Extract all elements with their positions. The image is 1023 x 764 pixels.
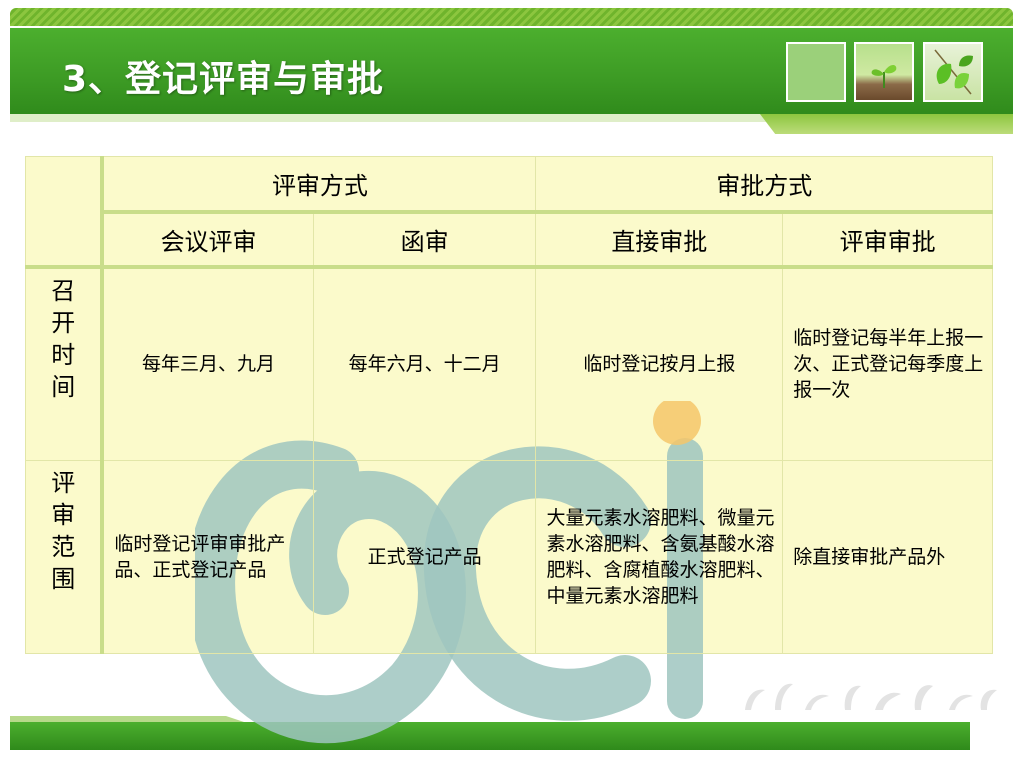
group-header-approval: 审批方式 bbox=[535, 156, 993, 214]
sub-header-letter-review: 函审 bbox=[312, 211, 537, 269]
leaves-thumbnail bbox=[923, 42, 983, 102]
table-cell: 正式登记产品 bbox=[312, 460, 537, 654]
table-cell: 临时登记每半年上报一次、正式登记每季度上报一次 bbox=[782, 266, 993, 461]
header-underline-accent bbox=[760, 114, 1013, 134]
header-underline bbox=[10, 114, 770, 122]
review-table-container: 评审方式 审批方式 会议评审 函审 直接审批 评审审批 召 开 时 间 每年三月… bbox=[25, 156, 993, 744]
table-row: 召 开 时 间 每年三月、九月 每年六月、十二月 临时登记按月上报 临时登记每半… bbox=[25, 266, 993, 461]
corner-cell bbox=[25, 156, 105, 269]
footer-bar bbox=[10, 722, 970, 750]
table-cell: 临时登记按月上报 bbox=[535, 266, 784, 461]
green-square-thumbnail bbox=[786, 42, 846, 102]
row-label-review-scope: 评 审 范 围 bbox=[25, 460, 105, 654]
table-cell: 每年三月、九月 bbox=[101, 266, 314, 461]
table-cell: 临时登记评审审批产品、正式登记产品 bbox=[101, 460, 314, 654]
header-stripe bbox=[10, 8, 1013, 26]
table-cell: 大量元素水溶肥料、微量元素水溶肥料、含氨基酸水溶肥料、含腐植酸水溶肥料、中量元素… bbox=[535, 460, 784, 654]
table-row: 评 审 范 围 临时登记评审审批产品、正式登记产品 正式登记产品 大量元素水溶肥… bbox=[25, 460, 993, 654]
sprout-icon bbox=[871, 65, 897, 88]
table-cell: 每年六月、十二月 bbox=[312, 266, 537, 461]
leaves-icon bbox=[934, 49, 973, 95]
row-label-meeting-time: 召 开 时 间 bbox=[25, 266, 105, 461]
plant-silhouette-decoration bbox=[745, 683, 997, 710]
sub-header-review-approval: 评审审批 bbox=[782, 211, 993, 269]
page-title: 3、登记评审与审批 bbox=[62, 59, 385, 100]
sprout-thumbnail bbox=[854, 42, 914, 102]
group-header-review: 评审方式 bbox=[101, 156, 537, 214]
sub-header-direct-approval: 直接审批 bbox=[535, 211, 784, 269]
table-cell: 除直接审批产品外 bbox=[782, 460, 993, 654]
sub-header-meeting-review: 会议评审 bbox=[101, 211, 314, 269]
review-approval-table: 评审方式 审批方式 会议评审 函审 直接审批 评审审批 召 开 时 间 每年三月… bbox=[25, 156, 993, 654]
